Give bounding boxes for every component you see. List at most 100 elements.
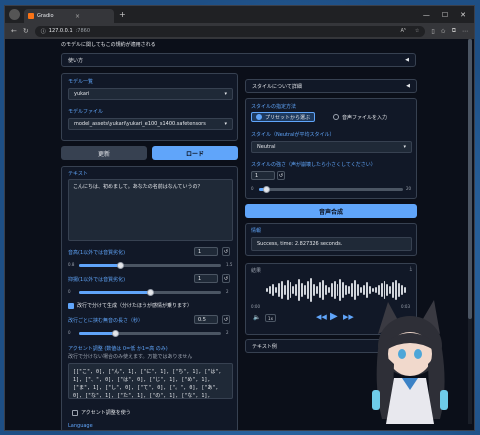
style-value: Neutral xyxy=(257,144,276,150)
menu-icon[interactable]: ⋯ xyxy=(462,28,468,35)
download-icon[interactable]: ⤓ xyxy=(410,266,412,272)
waveform-bar xyxy=(298,279,301,301)
collections-icon[interactable]: ⧉ xyxy=(452,27,456,35)
rewind-icon[interactable]: ◀◀ xyxy=(316,313,327,321)
refresh-button[interactable]: 更新 xyxy=(61,146,147,160)
waveform-bar xyxy=(348,286,351,294)
model-file-label: モデルファイル xyxy=(68,109,104,115)
checkbox-checked-icon[interactable] xyxy=(68,302,74,309)
favorite-star-icon[interactable]: ☆ xyxy=(415,28,419,34)
style-method-audio-radio[interactable]: 音声ファイルを入力 xyxy=(329,112,391,122)
minimize-icon[interactable]: — xyxy=(423,11,430,19)
accent-label: アクセント調整 (数値は 0=低 か1=高 のみ) xyxy=(68,346,168,352)
split-checkbox[interactable]: 改行で分けて生成（分けたほうが感情が乗ります） xyxy=(68,302,192,309)
synthesize-button[interactable]: 音声合成 xyxy=(245,204,417,218)
style-strength-min: 0 xyxy=(251,186,254,191)
volume-slider[interactable] xyxy=(79,262,221,269)
volume-slider-fill xyxy=(79,264,121,267)
silence-reset-icon[interactable]: ↺ xyxy=(222,315,230,324)
waveform-bar xyxy=(286,280,289,300)
waveform-bar xyxy=(313,284,315,296)
style-method-preset-label: プリセットから選ぶ xyxy=(265,114,311,121)
load-button[interactable]: ロード xyxy=(152,146,238,160)
usage-accordion-label: 使い方 xyxy=(68,57,84,64)
waveform-bar xyxy=(324,285,327,295)
intonation-slider-handle[interactable] xyxy=(147,289,154,296)
profile-icon[interactable] xyxy=(9,9,20,20)
volume-icon[interactable]: 🔈 xyxy=(253,314,260,321)
site-info-icon[interactable]: ⓘ xyxy=(41,28,46,35)
intonation-reset-icon[interactable]: ↺ xyxy=(222,274,230,283)
usage-accordion[interactable]: 使い方 ◀ xyxy=(61,53,416,67)
waveform-bar xyxy=(280,281,283,299)
model-list-dropdown[interactable]: yukari ▾ xyxy=(68,88,233,100)
caret-left-icon: ◀ xyxy=(406,83,410,89)
scrollbar-thumb[interactable] xyxy=(468,39,472,319)
waveform-bar xyxy=(321,280,324,300)
style-strength-slider[interactable] xyxy=(259,186,403,193)
waveform-bar xyxy=(315,286,318,294)
style-method-label: スタイルの指定方法 xyxy=(251,104,297,110)
info-block: 情報 Success, time: 2.827326 seconds. xyxy=(245,223,417,256)
examples-accordion-label: テキスト例 xyxy=(252,343,277,350)
intonation-number[interactable]: 1 xyxy=(194,274,218,283)
info-output: Success, time: 2.827326 seconds. xyxy=(251,237,412,251)
waveform-bar xyxy=(283,285,286,295)
url-field[interactable]: ⓘ 127.0.0.1:7860 A⁵ ☆ xyxy=(34,25,426,37)
silence-number[interactable]: 0.5 xyxy=(194,315,218,324)
style-strength-label: スタイルの強さ（声が崩壊したら小さくしてください） xyxy=(251,162,376,168)
model-list-label: モデル一覧 xyxy=(68,79,94,85)
page-scrollbar[interactable] xyxy=(468,39,472,424)
accent-checkbox[interactable]: アクセント調整を使う xyxy=(72,409,131,416)
silence-slider-handle[interactable] xyxy=(111,330,119,337)
intonation-slider[interactable] xyxy=(79,289,221,296)
accent-checkbox-label: アクセント調整を使う xyxy=(81,410,131,416)
text-block: テキスト こんにちは、初めまして。あなたの名前はなんていうの？ 音高(1以外では… xyxy=(61,166,238,430)
volume-slider-handle[interactable] xyxy=(117,262,125,269)
dropdown-arrow-icon: ▾ xyxy=(403,144,406,150)
play-icon[interactable]: ▶ xyxy=(330,311,338,322)
text-label: テキスト xyxy=(68,171,88,177)
new-tab-icon[interactable]: + xyxy=(119,10,126,19)
style-dropdown[interactable]: Neutral ▾ xyxy=(251,141,412,153)
gradio-favicon-icon xyxy=(28,13,34,19)
waveform-bar xyxy=(336,284,339,296)
read-aloud-icon[interactable]: A⁵ xyxy=(400,28,405,34)
text-input[interactable]: こんにちは、初めまして。あなたの名前はなんていうの？ xyxy=(68,179,233,241)
waveform-bar xyxy=(266,288,268,292)
language-label: Language xyxy=(68,423,93,429)
waveform-bar xyxy=(318,282,321,298)
waveform-bar xyxy=(345,285,348,295)
accent-code-input[interactable]: [["こ", 0], ["ん", 1], ["に", 1], ["ち", 1],… xyxy=(68,363,233,399)
waveform-bar xyxy=(389,286,392,294)
tab-close-icon[interactable]: × xyxy=(75,13,110,20)
browser-tab[interactable]: Gradio × xyxy=(24,9,114,23)
close-window-icon[interactable]: ✕ xyxy=(460,11,466,19)
style-strength-slider-handle[interactable] xyxy=(263,186,271,193)
address-bar: ← ↻ ⓘ 127.0.0.1:7860 A⁵ ☆ ▯ ✩ ⧉ ⋯ xyxy=(5,23,474,39)
volume-number[interactable]: 1 xyxy=(194,247,218,256)
window-controls: — ☐ ✕ xyxy=(423,11,474,19)
volume-reset-icon[interactable]: ↺ xyxy=(222,247,230,256)
style-method-preset-radio[interactable]: プリセットから選ぶ xyxy=(251,112,316,122)
split-screen-icon[interactable]: ▯ xyxy=(431,28,434,35)
silence-slider[interactable] xyxy=(79,330,221,337)
radio-selected-icon xyxy=(256,114,262,120)
style-details-accordion[interactable]: スタイルについて詳細 ◀ xyxy=(245,79,417,93)
character-avatar-image xyxy=(372,300,448,424)
style-details-label: スタイルについて詳細 xyxy=(252,83,302,90)
reload-icon[interactable]: ↻ xyxy=(23,27,29,35)
checkbox-unchecked-icon[interactable] xyxy=(72,409,78,416)
maximize-icon[interactable]: ☐ xyxy=(442,11,448,19)
style-strength-number[interactable]: 1 xyxy=(251,171,275,180)
model-file-dropdown[interactable]: model_assets\yukari\yukari_e100_s1400.sa… xyxy=(68,118,233,130)
favorites-icon[interactable]: ✩ xyxy=(441,28,446,35)
style-label: スタイル（Neutralが平均スタイル） xyxy=(251,132,335,138)
waveform-bar xyxy=(268,286,271,294)
style-strength-reset-icon[interactable]: ↺ xyxy=(277,171,285,180)
playback-speed-button[interactable]: 1x xyxy=(265,314,276,322)
back-icon[interactable]: ← xyxy=(11,27,17,35)
waveform-bar xyxy=(342,282,345,298)
model-file-value: model_assets\yukari\yukari_e100_s1400.sa… xyxy=(74,121,206,127)
waveform-bar xyxy=(333,281,336,299)
